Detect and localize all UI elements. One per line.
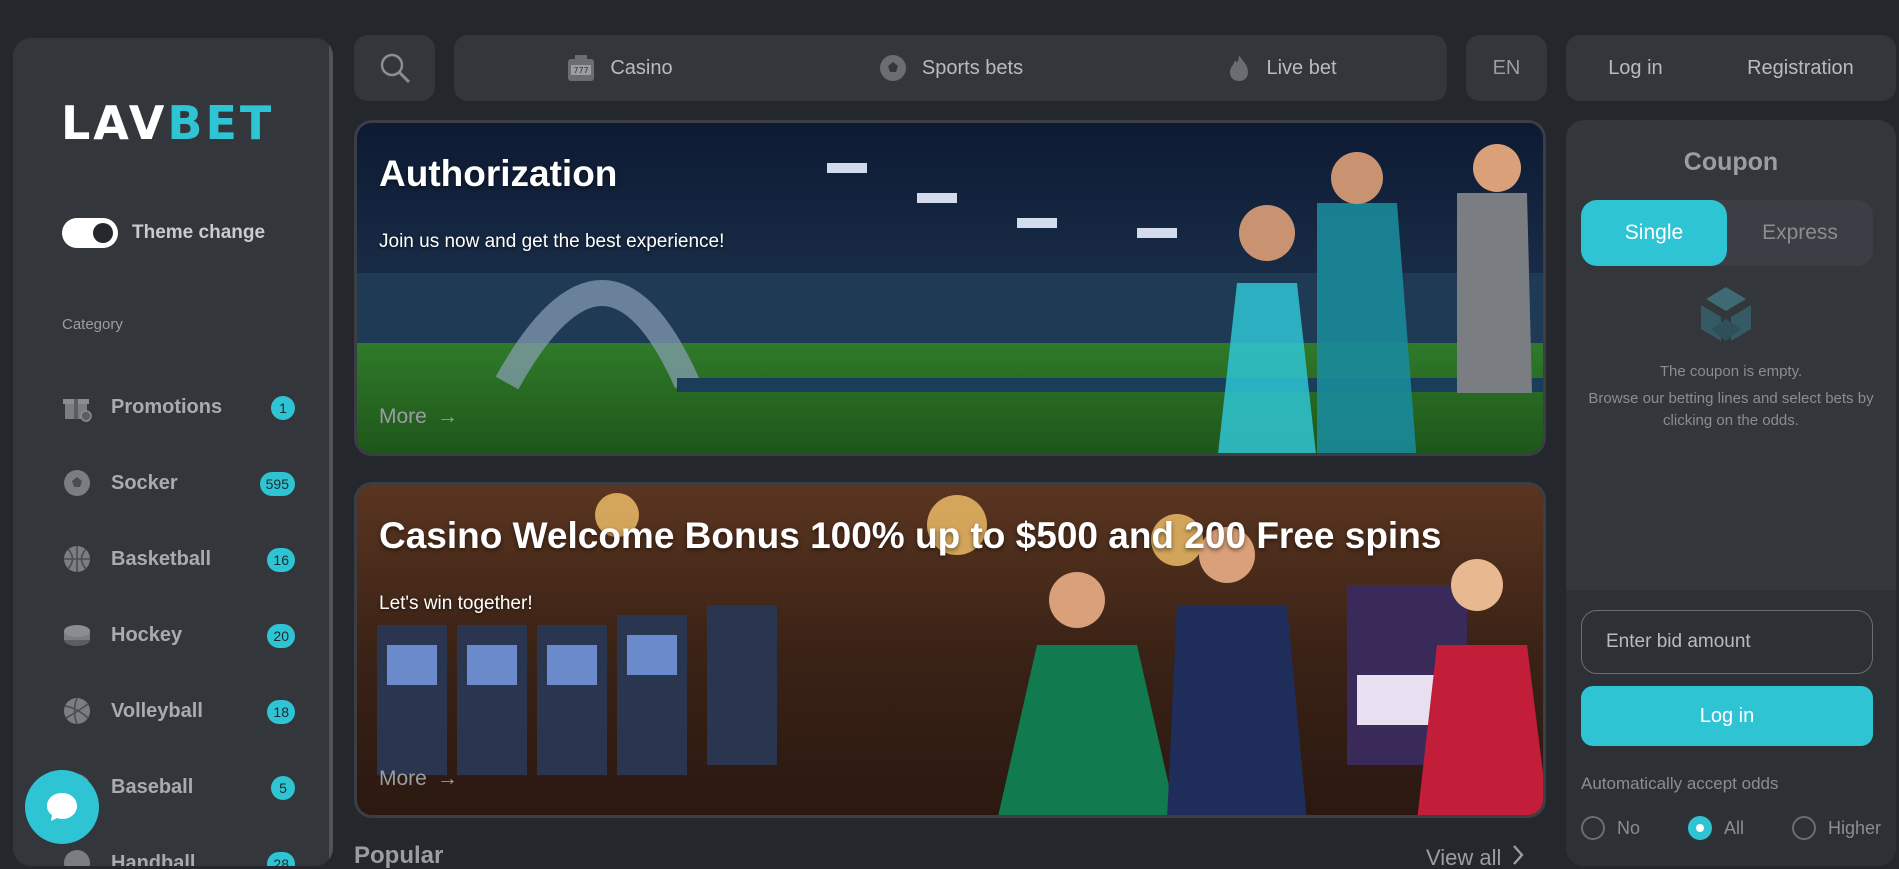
auto-accept-label: Automatically accept odds xyxy=(1581,774,1779,793)
soccer-ball-icon xyxy=(61,467,93,499)
count-badge: 28 xyxy=(267,852,295,866)
category-label: Category xyxy=(62,316,123,333)
slot-machine-icon: 777 xyxy=(568,55,595,81)
radio-circle[interactable] xyxy=(1687,816,1712,840)
auto-accept-options: No All Higher xyxy=(1581,816,1881,840)
chevron-right-icon xyxy=(1511,844,1525,869)
sidebar-item-label: Socker xyxy=(111,471,178,494)
sidebar-item-label: Handball xyxy=(111,851,196,867)
sidebar-item-handball[interactable]: Handball 28 xyxy=(61,825,301,866)
count-badge: 16 xyxy=(267,548,295,572)
basketball-icon xyxy=(61,543,93,575)
login-link[interactable]: Log in xyxy=(1608,57,1663,80)
logo-text-right: BET xyxy=(167,96,275,150)
radio-label: All xyxy=(1723,817,1744,838)
sidebar-item-label: Promotions xyxy=(111,395,223,418)
radio-circle[interactable] xyxy=(1791,816,1816,840)
radio-no[interactable]: No xyxy=(1581,816,1640,840)
auth-bar: Log in Registration xyxy=(1566,35,1896,101)
sidebar-item-promotions[interactable]: Promotions 1 xyxy=(61,369,301,445)
banner-title: Casino Welcome Bonus 100% up to $500 and… xyxy=(379,515,1442,556)
banner-subtitle: Join us now and get the best experience! xyxy=(379,231,725,252)
bid-amount-input[interactable] xyxy=(1581,610,1873,674)
radio-higher[interactable]: Higher xyxy=(1791,816,1881,840)
nav-casino[interactable]: 777 Casino xyxy=(454,53,785,83)
sidebar-item-label: Hockey xyxy=(111,623,183,646)
nav-label: Casino xyxy=(610,56,673,79)
theme-toggle[interactable] xyxy=(62,218,118,248)
banner-title: Authorization xyxy=(379,153,618,194)
empty-coupon-icon xyxy=(1681,285,1771,362)
sidebar: LAV BET Theme change Category Promotions… xyxy=(13,38,333,866)
sidebar-item-socker[interactable]: Socker 595 xyxy=(61,445,301,521)
toggle-knob xyxy=(93,223,113,243)
volleyball-icon xyxy=(61,695,93,727)
view-all-label: View all xyxy=(1426,845,1502,869)
nav-sports-bets[interactable]: Sports bets xyxy=(785,53,1116,83)
soccer-ball-icon xyxy=(879,55,906,81)
nav-label: Sports bets xyxy=(921,56,1024,79)
view-all-link[interactable]: View all xyxy=(1426,844,1525,869)
nav-live-bet[interactable]: Live bet xyxy=(1116,53,1447,83)
tab-express[interactable]: Express xyxy=(1727,200,1873,266)
banner-casino-bonus[interactable]: Casino Welcome Bonus 100% up to $500 and… xyxy=(354,482,1546,818)
main-nav: 777 Casino Sports bets Live bet xyxy=(454,35,1447,101)
theme-label: Theme change xyxy=(132,222,266,243)
radio-label: Higher xyxy=(1827,817,1881,838)
svg-text:777: 777 xyxy=(574,66,589,75)
sidebar-item-volleyball[interactable]: Volleyball 18 xyxy=(61,673,301,749)
sidebar-item-label: Volleyball xyxy=(111,699,203,722)
sidebar-item-label: Basketball xyxy=(111,547,212,570)
sidebar-item-basketball[interactable]: Basketball 16 xyxy=(61,521,301,597)
handball-icon xyxy=(61,847,93,866)
category-list: Promotions 1 Socker 595 Basketball 16 Ho… xyxy=(61,369,301,866)
arrow-right-icon: → xyxy=(436,767,458,790)
logo-text-left: LAV xyxy=(61,96,168,150)
count-badge: 1 xyxy=(271,396,295,420)
theme-toggle-row[interactable]: Theme change xyxy=(62,218,265,248)
search-button[interactable] xyxy=(354,35,435,101)
arrow-right-icon: → xyxy=(436,405,458,428)
more-label: More xyxy=(379,767,427,790)
sidebar-item-hockey[interactable]: Hockey 20 xyxy=(61,597,301,673)
fire-icon xyxy=(1230,55,1249,81)
coupon-hint-text: Browse our betting lines and select bets… xyxy=(1588,390,1874,429)
logo[interactable]: LAV BET xyxy=(61,96,274,150)
banner-more-link[interactable]: More → xyxy=(379,767,458,791)
sidebar-item-label: Baseball xyxy=(111,775,194,798)
gift-icon xyxy=(61,391,93,423)
coupon-login-button[interactable]: Log in xyxy=(1581,686,1873,746)
coupon-panel: Coupon Single Express The coupon is empt… xyxy=(1566,120,1896,866)
sidebar-scrollbar[interactable] xyxy=(329,38,333,866)
count-badge: 20 xyxy=(267,624,295,648)
banner-authorization[interactable]: Authorization Join us now and get the be… xyxy=(354,120,1546,456)
chat-button[interactable] xyxy=(25,770,99,844)
popular-heading: Popular xyxy=(354,842,444,869)
more-label: More xyxy=(379,405,427,428)
count-badge: 595 xyxy=(259,472,295,496)
coupon-title: Coupon xyxy=(1683,148,1779,176)
registration-link[interactable]: Registration xyxy=(1747,57,1854,80)
hockey-puck-icon xyxy=(61,619,93,651)
radio-all[interactable]: All xyxy=(1687,816,1744,840)
chat-icon xyxy=(47,793,77,821)
tab-single[interactable]: Single xyxy=(1581,200,1727,266)
nav-label: Live bet xyxy=(1266,56,1337,79)
language-selector[interactable]: EN xyxy=(1466,35,1547,101)
banner-subtitle: Let's win together! xyxy=(379,593,533,614)
count-badge: 18 xyxy=(267,700,295,724)
count-badge: 5 xyxy=(271,776,295,800)
radio-circle[interactable] xyxy=(1581,816,1605,840)
banner-more-link[interactable]: More → xyxy=(379,405,458,429)
search-icon xyxy=(380,53,410,84)
coupon-tabs: Single Express xyxy=(1581,200,1873,266)
coupon-empty-text: The coupon is empty. xyxy=(1659,363,1803,380)
radio-label: No xyxy=(1617,817,1641,838)
